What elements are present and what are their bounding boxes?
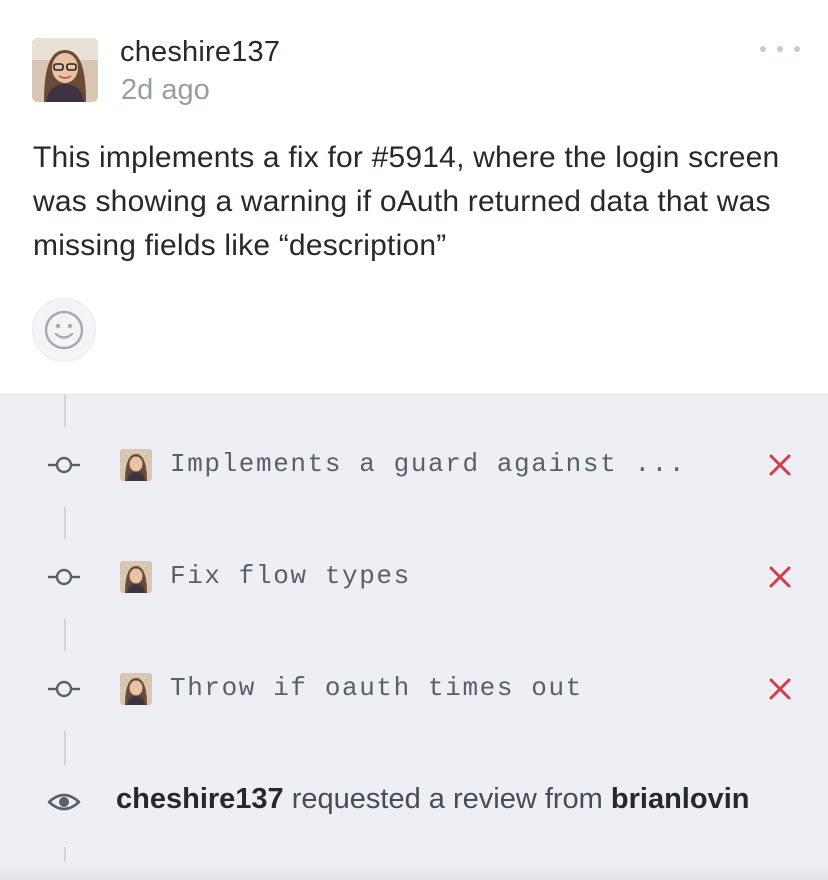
commit-row[interactable]: Implements a guard against ... xyxy=(0,435,828,495)
git-commit-icon xyxy=(48,568,80,586)
reviewer-link[interactable]: brianlovin xyxy=(611,783,750,815)
x-icon[interactable] xyxy=(766,675,794,703)
smiley-icon xyxy=(44,310,84,350)
author-avatar[interactable] xyxy=(32,38,98,102)
commit-message[interactable]: Throw if oauth times out xyxy=(170,673,583,703)
add-reaction-button[interactable] xyxy=(32,298,96,362)
commit-message[interactable]: Fix flow types xyxy=(170,561,411,591)
commit-author-avatar[interactable] xyxy=(120,673,152,705)
more-options-button[interactable] xyxy=(760,40,800,58)
review-request-event: cheshire137 requested a review from bria… xyxy=(0,765,828,841)
x-icon[interactable] xyxy=(766,563,794,591)
timeline-rail xyxy=(64,619,66,651)
bottom-shadow xyxy=(0,862,828,880)
eye-icon xyxy=(47,793,81,811)
more-horizontal-icon xyxy=(760,46,766,52)
comment-card: cheshire137 2d ago This implements a fix… xyxy=(0,0,828,394)
review-action-text: requested a review from xyxy=(291,783,603,815)
timeline-rail xyxy=(64,731,66,765)
commit-author-avatar[interactable] xyxy=(120,449,152,481)
commit-message[interactable]: Implements a guard against ... xyxy=(170,449,686,479)
review-request-text: cheshire137 requested a review from bria… xyxy=(116,783,749,816)
commit-author-avatar[interactable] xyxy=(120,561,152,593)
x-icon[interactable] xyxy=(766,451,794,479)
git-commit-icon xyxy=(48,456,80,474)
pull-request-timeline: Implements a guard against ... Fix flow … xyxy=(0,394,828,880)
commit-row[interactable]: Throw if oauth times out xyxy=(0,659,828,719)
issue-reference-link[interactable]: #5914 xyxy=(372,141,456,174)
commit-row[interactable]: Fix flow types xyxy=(0,547,828,607)
timeline-rail xyxy=(64,507,66,539)
comment-timestamp: 2d ago xyxy=(121,74,210,106)
comment-body-text: This implements a fix for xyxy=(33,141,372,174)
git-commit-icon xyxy=(48,680,80,698)
comment-body: This implements a fix for #5914, where t… xyxy=(33,136,793,268)
timeline-rail xyxy=(64,395,66,427)
comment-author[interactable]: cheshire137 xyxy=(120,36,280,69)
review-actor-link[interactable]: cheshire137 xyxy=(116,783,284,815)
